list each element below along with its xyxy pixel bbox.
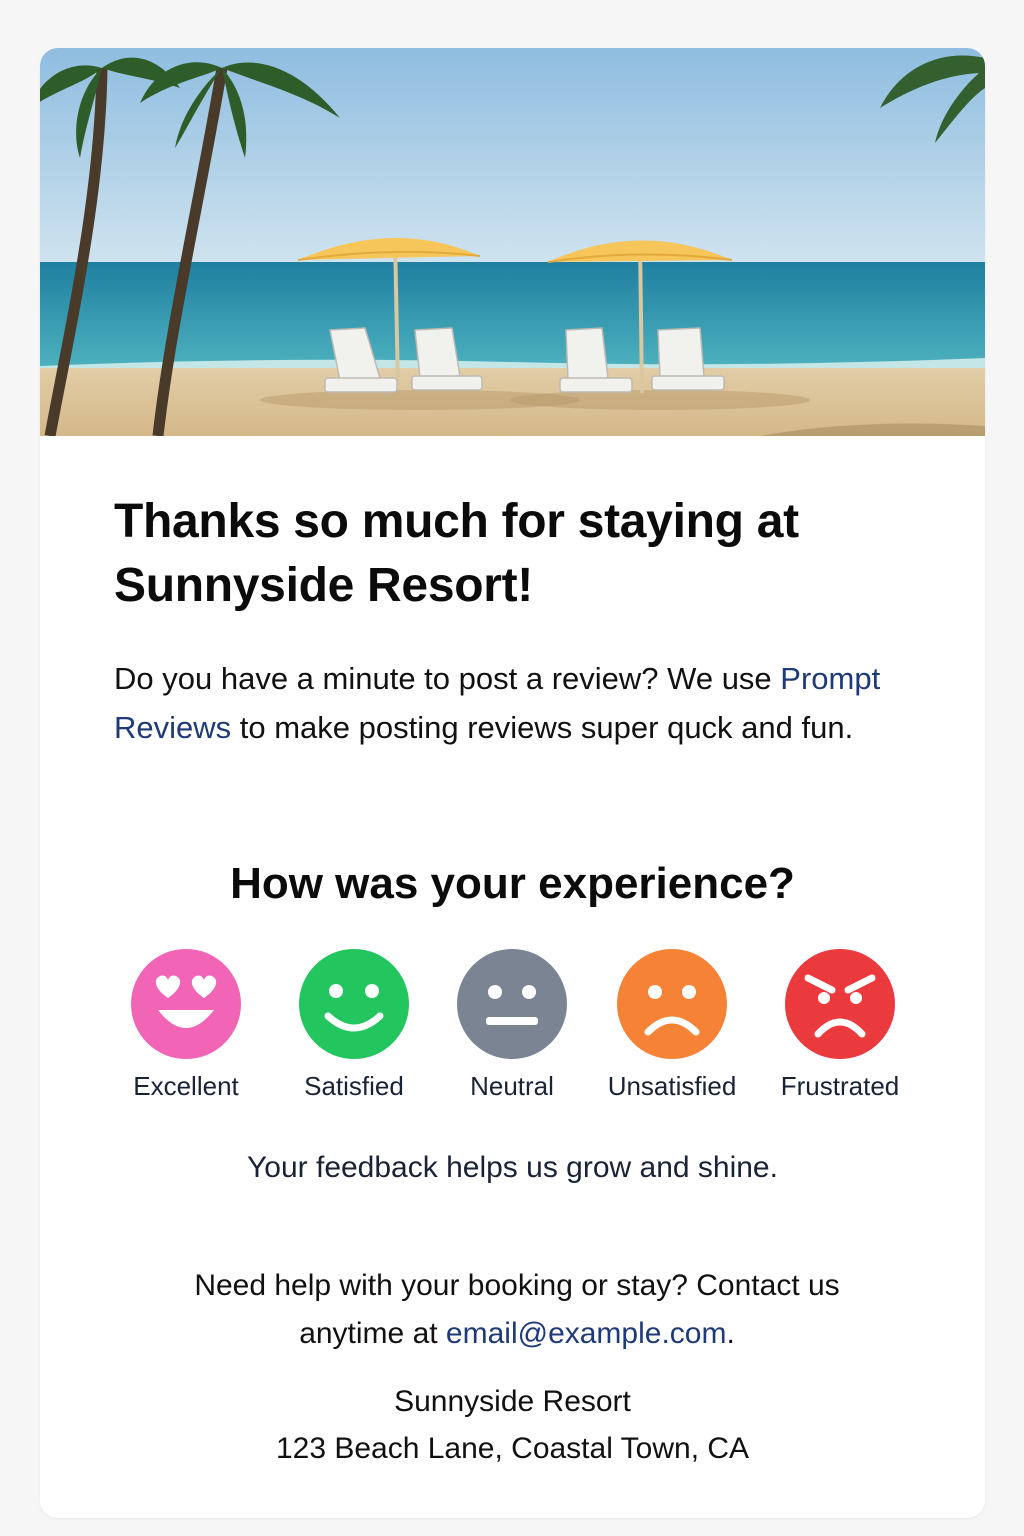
- intro-text-before: Do you have a minute to post a review? W…: [114, 661, 781, 696]
- rating-label: Unsatisfied: [607, 1071, 737, 1101]
- intro-text: Do you have a minute to post a review? W…: [114, 654, 924, 752]
- rating-label: Frustrated: [780, 1071, 900, 1101]
- help-text-after: .: [726, 1317, 735, 1350]
- intro-text-after: to make posting reviews super quck and f…: [231, 710, 854, 745]
- rating-option-frustrated[interactable]: Frustrated: [760, 948, 920, 1108]
- rating-label: Excellent: [133, 1071, 239, 1101]
- angry-face-icon: [785, 949, 895, 1059]
- rating-options: Excellent Satisfied Neutral Unsatisfied …: [40, 948, 985, 1108]
- rating-option-neutral[interactable]: Neutral: [432, 948, 592, 1108]
- rating-label: Satisfied: [304, 1071, 404, 1101]
- neutral-face-icon: [457, 949, 567, 1059]
- rating-option-unsatisfied[interactable]: Unsatisfied: [592, 948, 752, 1108]
- resort-address: Sunnyside Resort 123 Beach Lane, Coastal…: [40, 1378, 985, 1472]
- rating-option-excellent[interactable]: Excellent: [106, 948, 266, 1108]
- feedback-tagline: Your feedback helps us grow and shine.: [247, 1151, 778, 1184]
- heart-eyes-face-icon: [131, 949, 241, 1059]
- help-text: Need help with your booking or stay? Con…: [172, 1262, 862, 1358]
- rating-label: Neutral: [470, 1071, 554, 1101]
- smiling-face-icon: [299, 949, 409, 1059]
- headline: Thanks so much for staying at Sunnyside …: [114, 495, 799, 612]
- frowning-face-icon: [617, 949, 727, 1059]
- resort-name: Sunnyside Resort: [394, 1385, 631, 1418]
- email-card: Thanks so much for staying at Sunnyside …: [40, 48, 985, 1518]
- experience-question: How was your experience?: [230, 859, 795, 908]
- rating-option-satisfied[interactable]: Satisfied: [274, 948, 434, 1108]
- resort-street: 123 Beach Lane, Coastal Town, CA: [275, 1432, 750, 1465]
- contact-email-link[interactable]: email@example.com: [446, 1317, 727, 1350]
- hero-image: [40, 48, 985, 436]
